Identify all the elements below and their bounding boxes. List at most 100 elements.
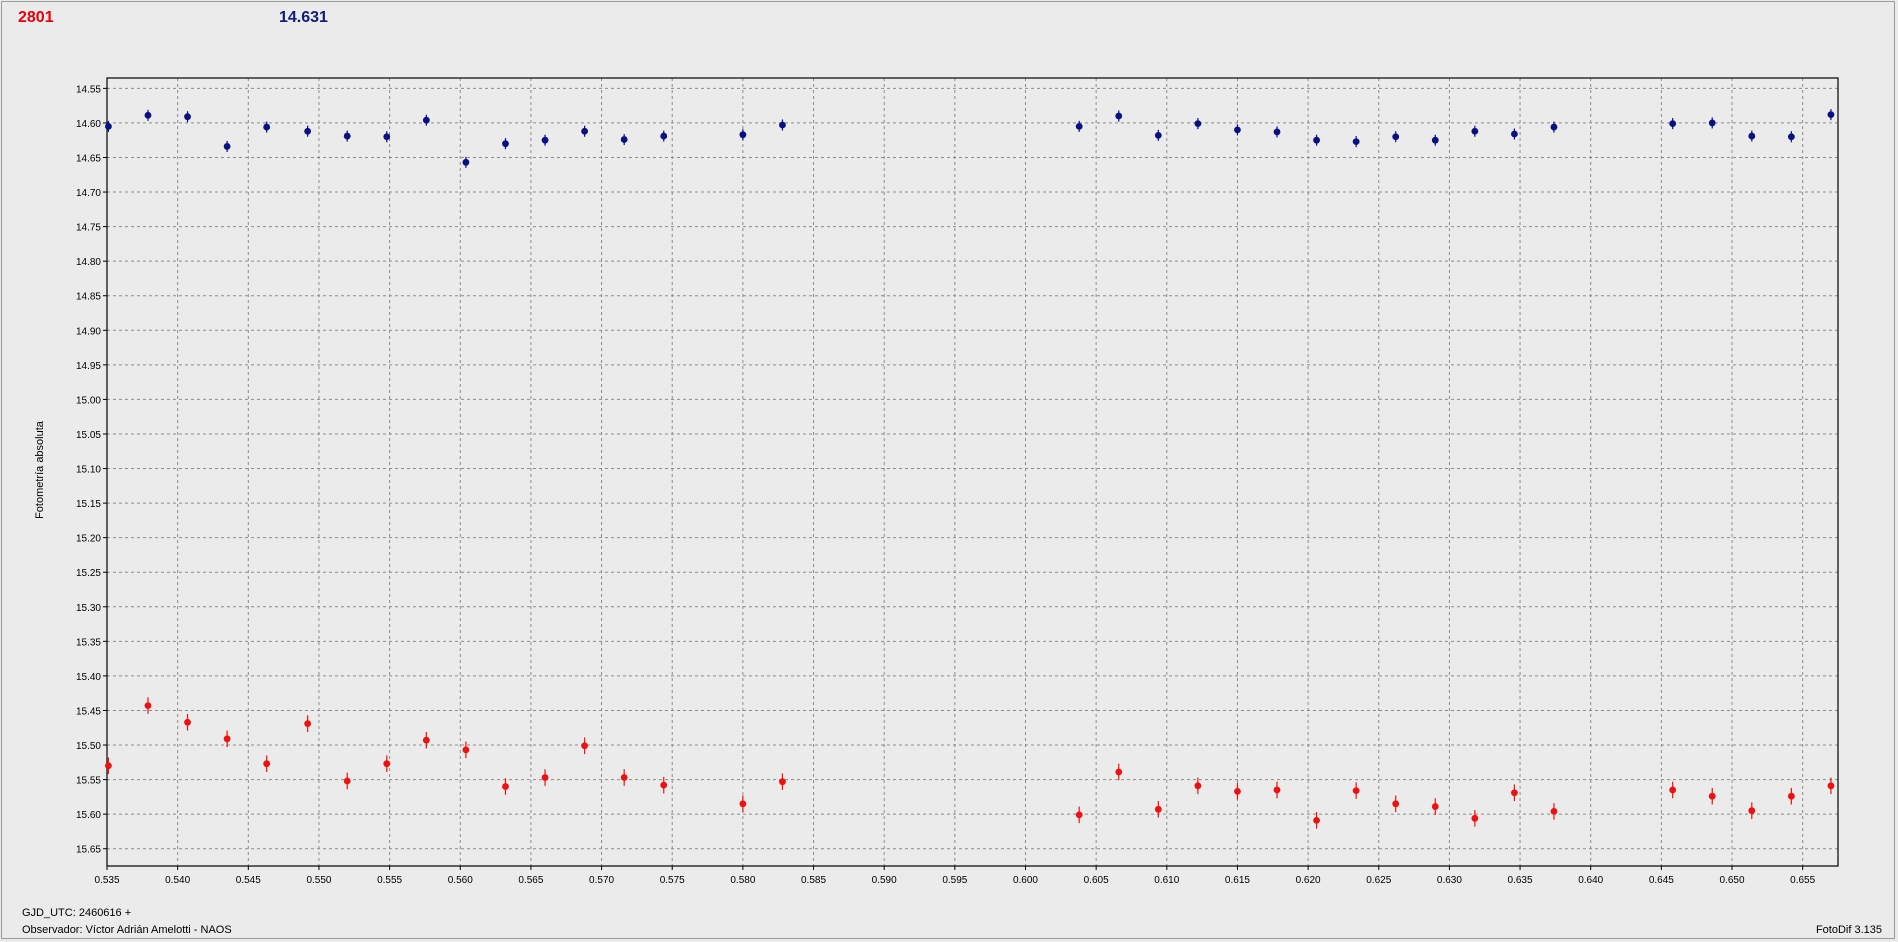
- x-tick-label: 0.535: [94, 875, 119, 886]
- y-tick-label: 14.60: [76, 119, 101, 130]
- data-point: [1471, 127, 1479, 135]
- y-tick-label: 15.35: [76, 637, 101, 648]
- y-tick-label: 15.50: [76, 741, 101, 752]
- data-point: [1787, 133, 1795, 141]
- data-point: [1313, 816, 1320, 824]
- data-point: [184, 718, 191, 726]
- data-point: [779, 121, 786, 129]
- data-point: [144, 702, 152, 710]
- gjd-label: GJD_UTC: 2460616 +: [22, 907, 132, 919]
- data-point: [383, 760, 391, 768]
- data-point: [1392, 800, 1400, 808]
- data-point: [223, 735, 231, 743]
- x-tick-label: 0.615: [1225, 875, 1250, 886]
- data-point: [541, 136, 549, 144]
- data-point: [1392, 133, 1400, 141]
- data-point: [462, 746, 470, 754]
- data-point: [1313, 136, 1320, 144]
- x-tick-label: 0.610: [1154, 875, 1179, 886]
- y-tick-label: 15.20: [76, 534, 101, 545]
- y-tick-label: 15.55: [76, 776, 101, 787]
- x-tick-label: 0.640: [1578, 875, 1603, 886]
- data-point: [1708, 792, 1716, 800]
- x-tick-label: 0.625: [1366, 875, 1391, 886]
- data-point: [1511, 789, 1518, 797]
- data-point: [343, 132, 351, 140]
- data-point: [779, 778, 786, 786]
- data-point: [1550, 123, 1558, 131]
- x-tick-label: 0.590: [872, 875, 897, 886]
- data-point: [1115, 112, 1123, 120]
- data-point: [1234, 787, 1241, 795]
- x-tick-label: 0.655: [1790, 875, 1815, 886]
- x-tick-label: 0.580: [730, 875, 755, 886]
- y-tick-label: 15.15: [76, 499, 101, 510]
- x-tick-label: 0.565: [518, 875, 543, 886]
- x-tick-label: 0.545: [236, 875, 261, 886]
- data-point: [1827, 782, 1835, 790]
- data-point: [343, 777, 351, 785]
- data-point: [304, 720, 312, 728]
- data-point: [105, 122, 112, 130]
- data-point: [1234, 126, 1241, 134]
- software-version: FotoDif 3.135: [1815, 924, 1882, 936]
- data-point: [541, 774, 549, 781]
- data-point: [1431, 136, 1439, 144]
- y-tick-label: 15.45: [76, 706, 101, 717]
- data-point: [1273, 128, 1281, 136]
- y-tick-label: 14.90: [76, 326, 101, 337]
- data-point: [184, 113, 191, 121]
- data-point: [502, 783, 509, 790]
- data-point: [1115, 768, 1123, 776]
- y-tick-label: 15.65: [76, 845, 101, 856]
- data-point: [1154, 805, 1162, 813]
- data-point: [1708, 119, 1716, 127]
- data-point: [144, 111, 152, 119]
- data-point: [1154, 131, 1162, 139]
- y-tick-label: 14.75: [76, 223, 101, 234]
- data-point: [1471, 814, 1479, 822]
- y-tick-label: 15.25: [76, 568, 101, 579]
- y-tick-label: 14.55: [76, 84, 101, 95]
- data-point: [1669, 120, 1677, 128]
- y-tick-label: 15.40: [76, 672, 101, 683]
- data-point: [1352, 138, 1360, 145]
- data-point: [739, 800, 747, 808]
- data-point: [620, 136, 628, 143]
- data-point: [422, 116, 430, 124]
- x-tick-label: 0.605: [1084, 875, 1109, 886]
- data-point: [304, 127, 312, 135]
- data-point: [105, 762, 112, 770]
- data-point: [1511, 130, 1518, 138]
- data-point: [1827, 111, 1835, 119]
- light-curve-chart: 0.535 0.540 0.545 0.550 0.555 0.560 0.565 0.570…: [76, 77, 1839, 886]
- data-point: [1194, 120, 1202, 128]
- data-point: [1273, 786, 1281, 794]
- data-point: [502, 140, 509, 148]
- data-point: [1787, 792, 1795, 800]
- data-point: [422, 736, 430, 744]
- y-tick-label: 15.60: [76, 810, 101, 821]
- y-tick-label: 15.00: [76, 395, 101, 406]
- data-point: [660, 132, 668, 140]
- data-point: [1075, 811, 1083, 819]
- y-tick-label: 14.65: [76, 153, 101, 164]
- data-point: [263, 123, 271, 131]
- data-point: [1431, 803, 1439, 810]
- data-point: [263, 760, 271, 768]
- x-tick-label: 0.570: [589, 875, 614, 886]
- y-tick-label: 15.05: [76, 430, 101, 441]
- plot-area: [107, 78, 1838, 866]
- data-point: [462, 158, 470, 166]
- y-tick-label: 14.95: [76, 361, 101, 372]
- y-tick-label: 14.80: [76, 257, 101, 268]
- data-point: [660, 781, 668, 789]
- data-point: [1748, 132, 1756, 140]
- data-point: [223, 143, 231, 150]
- data-point: [620, 774, 628, 781]
- x-tick-label: 0.630: [1437, 875, 1462, 886]
- data-point: [1075, 122, 1083, 130]
- x-tick-label: 0.620: [1296, 875, 1321, 886]
- y-tick-label: 15.30: [76, 603, 101, 614]
- y-tick-label: 14.70: [76, 188, 101, 199]
